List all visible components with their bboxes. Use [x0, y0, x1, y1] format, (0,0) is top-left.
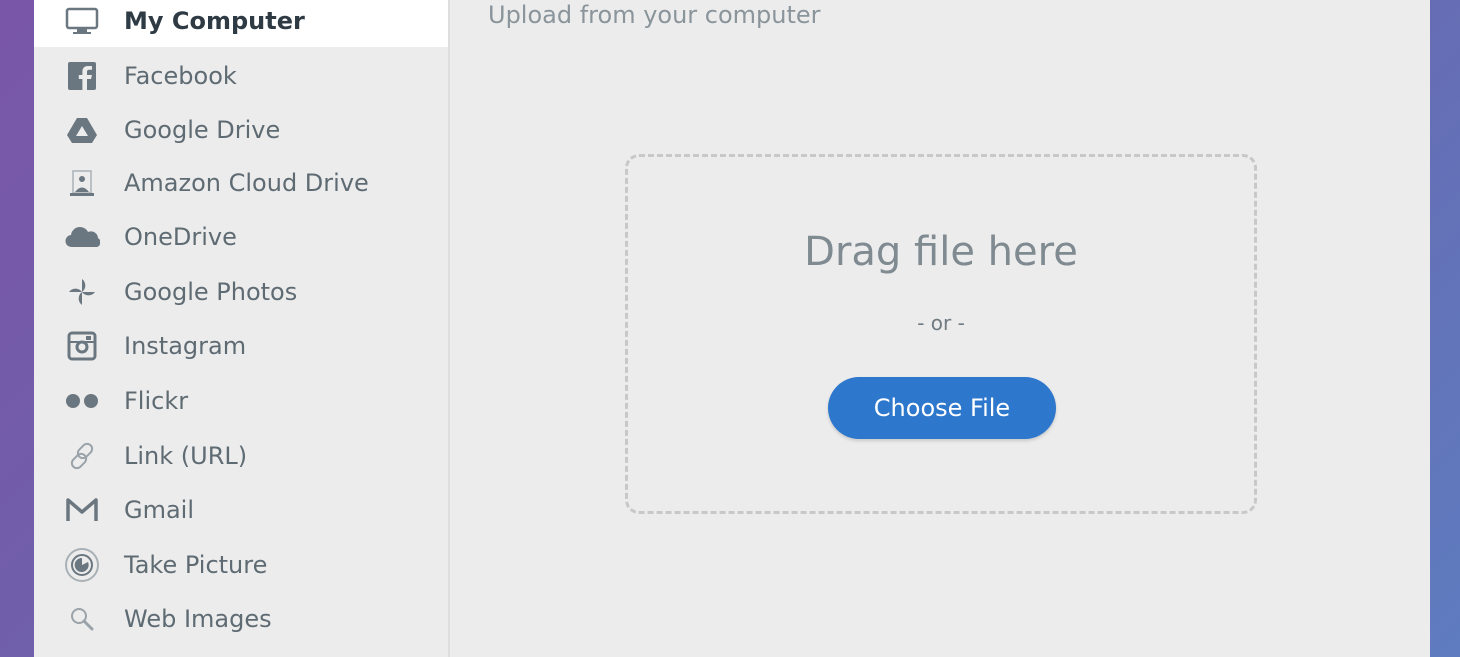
upload-panel: Upload from your computer Drag file here… — [452, 0, 1430, 657]
facebook-icon — [64, 58, 100, 94]
panel-title: Upload from your computer — [488, 1, 821, 29]
flickr-icon — [64, 383, 100, 419]
onedrive-icon — [64, 219, 100, 255]
sidebar-item-link-url[interactable]: Link (URL) — [34, 430, 448, 482]
sidebar-item-take-picture[interactable]: Take Picture — [34, 539, 448, 591]
link-icon — [64, 438, 100, 474]
sidebar-item-label: Instagram — [124, 332, 247, 360]
amazon-cloud-drive-icon — [64, 165, 100, 201]
sidebar-item-web-images[interactable]: Web Images — [34, 593, 448, 645]
sidebar-item-instagram[interactable]: Instagram — [34, 320, 448, 372]
sidebar-item-label: Flickr — [124, 387, 189, 415]
google-drive-icon — [64, 112, 100, 148]
sidebar-item-gmail[interactable]: Gmail — [34, 484, 448, 536]
sidebar-item-label: Google Drive — [124, 116, 281, 144]
sidebar-item-label: Gmail — [124, 496, 195, 524]
sidebar-item-label: Web Images — [124, 605, 272, 633]
choose-file-button[interactable]: Choose File — [828, 377, 1056, 439]
sidebar-item-onedrive[interactable]: OneDrive — [34, 211, 448, 263]
sidebar-item-facebook[interactable]: Facebook — [34, 50, 448, 102]
camera-icon — [64, 547, 100, 583]
drop-zone-title: Drag file here — [804, 229, 1078, 275]
sidebar-item-label: Take Picture — [124, 551, 268, 579]
sidebar-item-google-photos[interactable]: Google Photos — [34, 266, 448, 318]
sidebar-item-label: Google Photos — [124, 278, 298, 306]
google-photos-icon — [64, 274, 100, 310]
search-icon — [64, 601, 100, 637]
monitor-icon — [64, 3, 100, 39]
source-sidebar: My Computer Facebook Google Drive Amazon… — [34, 0, 450, 657]
sidebar-item-label: Link (URL) — [124, 442, 248, 470]
sidebar-item-label: My Computer — [124, 7, 305, 35]
or-separator: - or - — [917, 311, 965, 335]
drop-zone[interactable]: Drag file here - or - Choose File — [625, 154, 1257, 514]
instagram-icon — [64, 328, 100, 364]
sidebar-item-label: Facebook — [124, 62, 237, 90]
sidebar-item-label: OneDrive — [124, 223, 237, 251]
sidebar-item-label: Amazon Cloud Drive — [124, 169, 369, 197]
sidebar-item-my-computer[interactable]: My Computer — [34, 0, 448, 47]
sidebar-item-flickr[interactable]: Flickr — [34, 375, 448, 427]
sidebar-item-google-drive[interactable]: Google Drive — [34, 104, 448, 156]
gmail-icon — [64, 492, 100, 528]
sidebar-item-amazon-cloud-drive[interactable]: Amazon Cloud Drive — [34, 157, 448, 209]
upload-dialog: My Computer Facebook Google Drive Amazon… — [34, 0, 1430, 657]
